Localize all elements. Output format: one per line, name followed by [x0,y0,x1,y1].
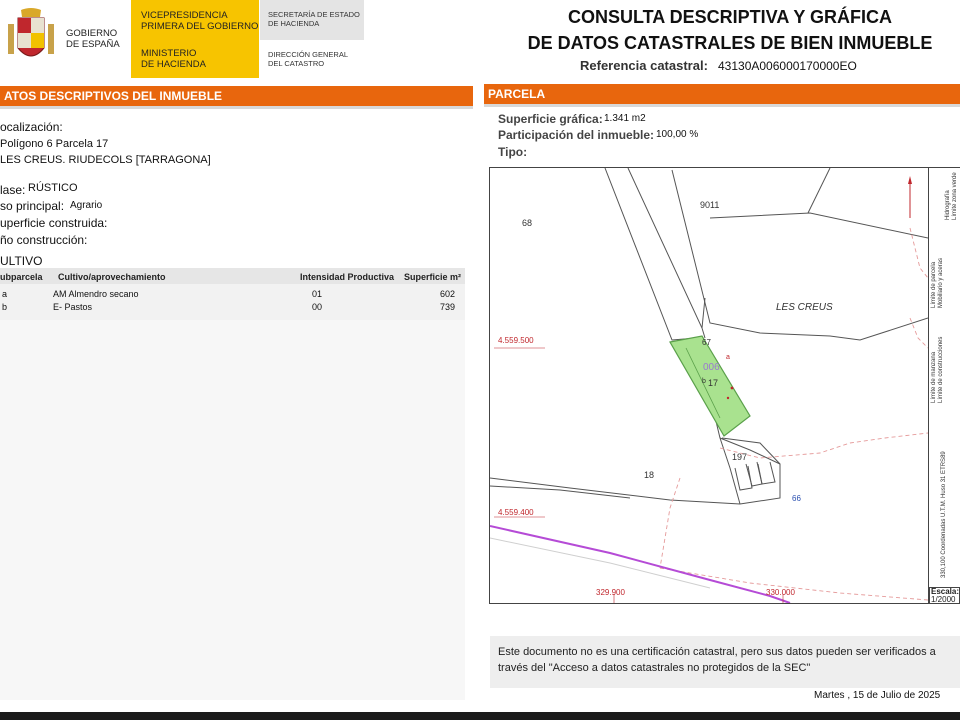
section-bar-shadow [0,106,473,109]
section-bar-parcela: PARCELA [484,84,960,104]
localizacion-line2: LES CREUS. RIUDECOLS [TARRAGONA] [0,154,211,166]
tipo-label: Tipo: [498,145,528,159]
map-coord-x1: 329.900 [596,588,625,597]
document-date: Martes , 15 de Julio de 2025 [814,690,941,701]
th-subparcela: ubparcela [0,272,43,282]
map-legend: Límite de parcela Mobiliario y aceras Lí… [929,167,960,588]
map-coord-y1: 4.559.500 [498,336,534,345]
map-label-9011: 9011 [700,200,720,210]
table-cell: AM Almendro secano [53,289,139,299]
legend-coordinates: 330,100 Coordenadas U.T.M. Huso 31 ETRS8… [941,451,947,578]
map-label-les-creus: LES CREUS [776,302,833,313]
map-label-b: b [702,378,706,385]
table-cell: 01 [312,289,323,299]
superficie-construida-label: uperficie construida: [0,216,108,230]
th-superficie: Superficie m² [404,272,462,282]
bottom-bar [0,712,960,720]
document-title: CONSULTA DESCRIPTIVA Y GRÁFICA DE DATOS … [527,7,933,53]
legend-item: Hidrografía [945,190,951,220]
table-cell: 00 [312,302,323,312]
notice-line: través del "Acceso a datos catastrales n… [498,662,811,674]
localizacion-label: ocalización: [0,120,63,134]
cadastral-map: 68 9011 LES CREUS 67 006 a b 17 197 18 6… [489,167,929,604]
direccion-text: DIRECCIÓN GENERAL DEL CATASTRO [268,50,349,68]
escala-value: 1/2000 [931,595,956,604]
participacion-value: 100,00 % [656,129,699,140]
table-cell: E- Pastos [53,302,93,312]
coat-of-arms-icon [8,8,54,57]
table-row: a [2,289,8,299]
legend-item: Límite zona verde [952,172,958,220]
vicepresidencia-text: VICEPRESIDENCIA PRIMERA DEL GOBIERNO [141,10,259,32]
refcat-value: 43130A006000170000EO [718,59,857,73]
secretaria-text: SECRETARÍA DE ESTADO DE HACIENDA [268,10,360,28]
map-label-66: 66 [792,494,801,503]
th-cultivo: Cultivo/aprovechamiento [58,272,166,282]
map-label-197: 197 [732,452,748,462]
clase-label: lase: [0,183,26,197]
secretaria-block: SECRETARÍA DE ESTADO DE HACIENDA [260,0,364,40]
legend-item: Límite de parcela [931,261,937,308]
th-intensidad: Intensidad Productiva [300,272,395,282]
gobierno-text: GOBIERNO DE ESPAÑA [66,28,120,50]
uso-value: Agrario [70,200,103,211]
legend-item: Límite de construcciones [938,336,944,403]
cultivo-title: ULTIVO [0,254,43,268]
table-cell: 739 [440,302,456,312]
superficie-grafica-label: Superficie gráfica: [498,112,603,126]
section-bar-shadow [484,104,960,107]
uso-label: so principal: [0,199,65,213]
gobierno-logo-block: GOBIERNO DE ESPAÑA [0,0,130,78]
legend-item: Mobiliario y aceras [938,257,944,308]
legend-item: Límite de manzana [931,351,937,403]
direccion-block: DIRECCIÓN GENERAL DEL CATASTRO [260,41,364,78]
disclaimer-notice: Este documento no es una certificación c… [490,636,960,688]
notice-line: Este documento no es una certificación c… [498,646,936,658]
table-empty-area [0,320,465,700]
map-label-17: 17 [708,378,719,388]
map-coord-y2: 4.559.400 [498,508,534,517]
map-label-006: 006 [703,362,720,373]
map-label-18: 18 [644,470,655,480]
refcat-label: Referencia catastral: [580,58,708,73]
map-label-67: 67 [702,338,711,347]
table-row: b [2,302,8,312]
ministerio-text: MINISTERIO DE HACIENDA [141,48,206,70]
map-coord-x2: 330.000 [766,588,795,597]
localizacion-line1: Polígono 6 Parcela 17 [0,138,109,150]
table-cell: 602 [440,289,456,299]
map-label-68: 68 [522,218,533,228]
superficie-grafica-value: 1.341 m2 [604,113,646,124]
ministerio-logo-block: VICEPRESIDENCIA PRIMERA DEL GOBIERNO MIN… [131,0,259,78]
section-bar-datos: ATOS DESCRIPTIVOS DEL INMUEBLE [0,86,473,106]
clase-value: RÚSTICO [28,182,78,194]
anio-construccion-label: ño construcción: [0,233,88,247]
participacion-label: Participación del inmueble: [498,128,655,142]
map-label-a: a [726,354,730,361]
